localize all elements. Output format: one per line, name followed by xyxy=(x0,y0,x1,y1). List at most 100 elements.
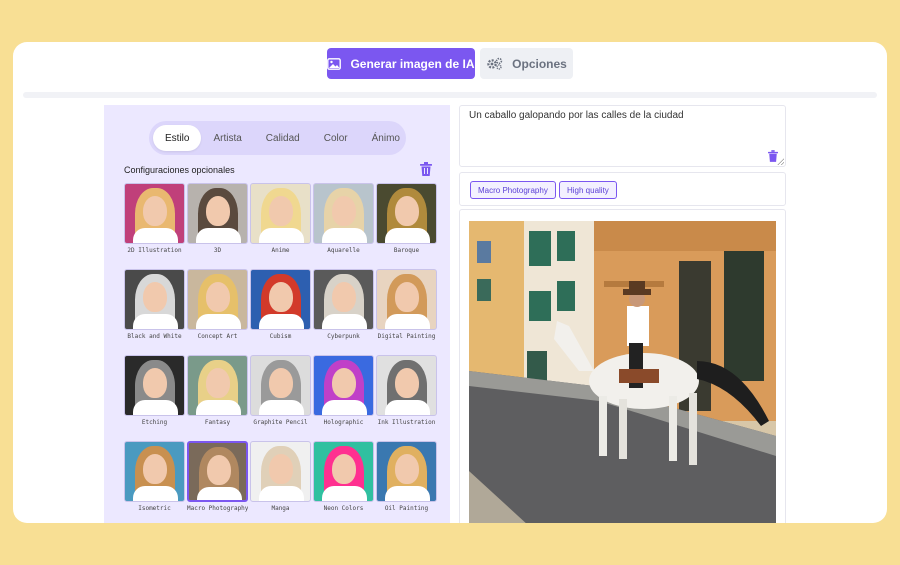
style-option[interactable]: Baroque xyxy=(376,183,437,254)
portrait-body xyxy=(259,486,304,501)
style-label: Etching xyxy=(141,419,168,426)
style-thumbnail xyxy=(124,269,185,330)
style-option[interactable]: Anime xyxy=(250,183,311,254)
style-thumbnail xyxy=(124,355,185,416)
style-thumbnail xyxy=(187,269,248,330)
generated-image-card xyxy=(459,209,786,523)
app-window: Generar imagen de IA Opciones Estilo Art… xyxy=(13,42,887,523)
style-option[interactable]: Neon Colors xyxy=(313,441,374,512)
style-thumbnail xyxy=(187,183,248,244)
style-label: Cyberpunk xyxy=(327,333,360,340)
style-option[interactable]: Fantasy xyxy=(187,355,248,426)
portrait-body xyxy=(133,314,178,329)
style-option[interactable]: Aquarelle xyxy=(313,183,374,254)
portrait-body xyxy=(133,400,178,415)
style-option[interactable]: Manga xyxy=(250,441,311,512)
portrait-face xyxy=(332,196,356,226)
portrait-body xyxy=(196,400,241,415)
portrait-face xyxy=(206,282,230,312)
style-option[interactable]: 3D xyxy=(187,183,248,254)
prompt-textarea[interactable]: Un caballo galopando por las calles de l… xyxy=(459,105,786,167)
trash-icon[interactable] xyxy=(420,162,432,176)
portrait-body xyxy=(385,314,430,329)
portrait-face xyxy=(332,368,356,398)
style-label: Cubism xyxy=(269,333,292,340)
portrait-body xyxy=(196,228,241,243)
style-label: Fantasy xyxy=(204,419,231,426)
portrait-body xyxy=(385,400,430,415)
portrait-face xyxy=(206,368,230,398)
tab-color[interactable]: Color xyxy=(312,125,360,151)
portrait-face xyxy=(332,282,356,312)
style-option[interactable]: Holographic xyxy=(313,355,374,426)
portrait-body xyxy=(385,228,430,243)
style-thumbnail xyxy=(376,269,437,330)
tab-artista[interactable]: Artista xyxy=(201,125,253,151)
portrait-face xyxy=(143,454,167,484)
style-option[interactable]: Concept Art xyxy=(187,269,248,340)
portrait-face xyxy=(206,196,230,226)
portrait-face xyxy=(395,454,419,484)
portrait-face xyxy=(143,282,167,312)
style-label: Aquarelle xyxy=(327,247,360,254)
style-thumbnail xyxy=(376,355,437,416)
portrait-body xyxy=(259,314,304,329)
style-thumbnail xyxy=(376,441,437,502)
generate-image-label: Generar imagen de IA xyxy=(350,56,475,71)
portrait-body xyxy=(133,228,178,243)
style-option[interactable]: Cyberpunk xyxy=(313,269,374,340)
style-option[interactable]: Isometric xyxy=(124,441,185,512)
generate-image-tab[interactable]: Generar imagen de IA xyxy=(327,48,475,79)
top-bar: Generar imagen de IA Opciones xyxy=(13,42,887,98)
style-option[interactable]: Etching xyxy=(124,355,185,426)
style-label: Macro Photography xyxy=(187,505,248,512)
style-thumbnail xyxy=(187,355,248,416)
tag-high-quality[interactable]: High quality xyxy=(559,181,617,199)
style-label: 3D xyxy=(213,247,222,254)
portrait-body xyxy=(385,486,430,501)
style-thumbnail xyxy=(376,183,437,244)
tab-estilo[interactable]: Estilo xyxy=(153,125,202,151)
portrait-face xyxy=(143,368,167,398)
style-option[interactable]: Cubism xyxy=(250,269,311,340)
portrait-face xyxy=(269,454,293,484)
generated-image xyxy=(469,221,776,523)
portrait-body xyxy=(322,228,367,243)
style-option[interactable]: Digital Painting xyxy=(376,269,437,340)
portrait-body xyxy=(322,400,367,415)
style-thumbnail xyxy=(313,269,374,330)
tag-macro-photography[interactable]: Macro Photography xyxy=(470,181,556,199)
style-option[interactable]: Graphite Pencil xyxy=(250,355,311,426)
resize-handle[interactable] xyxy=(777,158,784,165)
style-thumbnail xyxy=(124,441,185,502)
style-option[interactable]: Black and White xyxy=(124,269,185,340)
style-option[interactable]: Oil Painting xyxy=(376,441,437,512)
style-label: Digital Painting xyxy=(377,333,436,340)
style-panel: Estilo Artista Calidad Color Ánimo Confi… xyxy=(104,105,450,523)
style-thumbnail xyxy=(313,355,374,416)
portrait-face xyxy=(207,455,231,485)
style-category-tabs: Estilo Artista Calidad Color Ánimo xyxy=(149,121,406,155)
style-option[interactable]: 2D Illustration xyxy=(124,183,185,254)
gears-icon xyxy=(487,57,503,70)
tab-animo[interactable]: Ánimo xyxy=(360,125,412,151)
portrait-body xyxy=(196,314,241,329)
style-label: Black and White xyxy=(127,333,182,340)
optional-settings-label: Configuraciones opcionales xyxy=(124,165,235,175)
style-thumbnail xyxy=(187,441,248,502)
style-label: Anime xyxy=(271,247,290,254)
style-label: Oil Painting xyxy=(384,505,429,512)
style-option[interactable]: Macro Photography xyxy=(187,441,248,512)
style-thumbnail xyxy=(124,183,185,244)
style-label: Isometric xyxy=(138,505,171,512)
options-tab[interactable]: Opciones xyxy=(480,48,573,79)
style-label: Baroque xyxy=(393,247,420,254)
tab-calidad[interactable]: Calidad xyxy=(254,125,312,151)
style-option[interactable]: Ink Illustration xyxy=(376,355,437,426)
style-label: Neon Colors xyxy=(323,505,364,512)
portrait-body xyxy=(322,486,367,501)
style-thumbnail xyxy=(313,441,374,502)
portrait-body xyxy=(322,314,367,329)
portrait-face xyxy=(269,282,293,312)
portrait-face xyxy=(395,368,419,398)
